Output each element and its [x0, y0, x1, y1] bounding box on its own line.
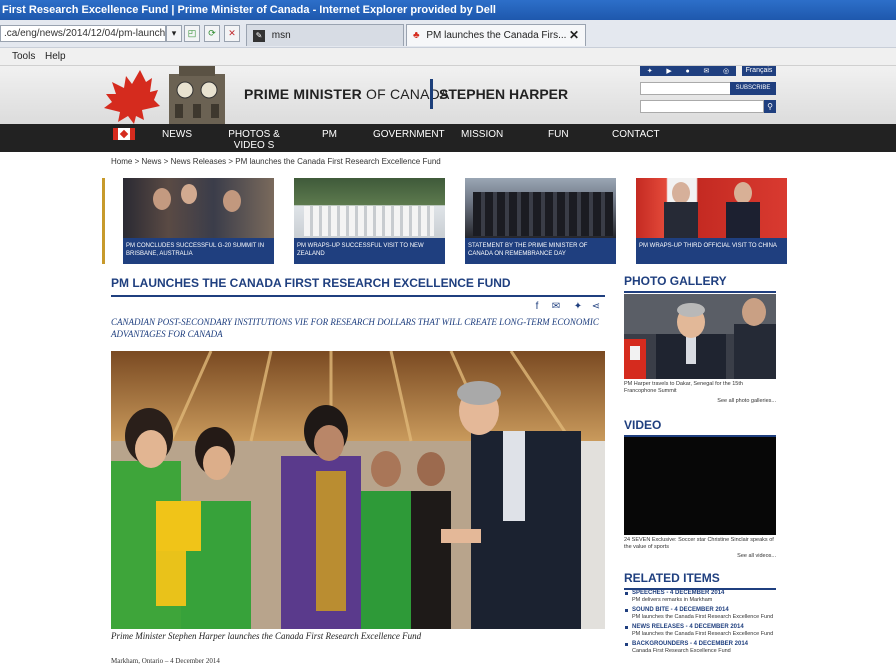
china-visit-photo	[636, 178, 787, 238]
subscribe-button[interactable]: SUBSCRIBE	[730, 82, 776, 95]
carousel-slide[interactable]: PM WRAPS-UP SUCCESSFUL VISIT TO NEW ZEAL…	[294, 178, 445, 264]
close-tab-icon[interactable]: ✕	[569, 28, 579, 42]
nav-government[interactable]: GOVERNMENT	[373, 129, 445, 140]
video-see-all-link[interactable]: See all videos...	[700, 553, 776, 559]
pm-name: STEPHEN HARPER	[439, 86, 569, 102]
related-description: PM launches the Canada First Research Ex…	[632, 614, 774, 620]
related-category: NEWS RELEASES - 4 DECEMBER 2014	[632, 624, 744, 630]
site-title: PRIME MINISTER OF CANADA	[244, 86, 450, 102]
social-links: ✦ ▶ ● ✉ ◎	[640, 66, 736, 76]
nav-contact[interactable]: CONTACT	[612, 129, 660, 140]
main-nav: NEWS PHOTOS & VIDEO S PM GOVERNMENT MISS…	[0, 124, 896, 152]
article-subtitle: CANADIAN POST-SECONDARY INSTITUTIONS VIE…	[111, 317, 599, 339]
title-divider	[430, 79, 433, 109]
related-items-list: SPEECHES - 4 DECEMBER 2014 PM delivers r…	[624, 590, 784, 658]
email-share-icon[interactable]: ✉	[550, 301, 562, 312]
carousel-accent-bar	[102, 178, 105, 264]
related-description: PM launches the Canada First Research Ex…	[632, 631, 774, 637]
menu-help[interactable]: Help	[45, 51, 66, 62]
menu-tools[interactable]: Tools	[12, 51, 35, 62]
search-input[interactable]	[640, 100, 764, 113]
nav-mission[interactable]: MISSION	[461, 129, 503, 140]
tab-label: PM launches the Canada Firs...	[426, 30, 567, 41]
list-item[interactable]: NEWS RELEASES - 4 DECEMBER 2014 PM launc…	[624, 624, 784, 638]
video-player[interactable]	[624, 437, 776, 535]
language-button[interactable]: Français	[742, 66, 776, 76]
carousel-slide[interactable]: PM CONCLUDES SUCCESSFUL G-20 SUMMIT IN B…	[123, 178, 274, 264]
carousel-slide[interactable]: PM WRAPS-UP THIRD OFFICIAL VISIT TO CHIN…	[636, 178, 787, 264]
nav-photos-videos[interactable]: PHOTOS & VIDEO S	[214, 129, 294, 151]
tab-current[interactable]: ♣ PM launches the Canada Firs... ✕	[406, 24, 586, 46]
nav-pm[interactable]: PM	[322, 129, 337, 140]
gallery-see-all-link[interactable]: See all photo galleries...	[700, 398, 776, 404]
nav-fun[interactable]: FUN	[548, 129, 569, 140]
photo-gallery-heading: PHOTO GALLERY	[624, 274, 776, 293]
new-zealand-visit-photo	[294, 178, 445, 238]
gallery-photo[interactable]	[624, 294, 776, 379]
carousel-caption: STATEMENT BY THE PRIME MINISTER OF CANAD…	[465, 238, 616, 264]
site-header: PRIME MINISTER OF CANADA STEPHEN HARPER …	[0, 66, 896, 124]
article-main-photo	[111, 351, 605, 629]
subscribe-email-input[interactable]	[640, 82, 736, 95]
address-bar[interactable]: .ca/eng/news/2014/12/04/pm-launch	[0, 25, 166, 42]
summit-photo	[624, 294, 776, 379]
twitter-share-icon[interactable]: ✦	[572, 301, 584, 312]
related-description: PM delivers remarks in Markham	[632, 597, 713, 603]
menu-bar: Tools Help	[0, 48, 896, 66]
canada-flag-icon[interactable]	[113, 128, 135, 140]
email-icon[interactable]: ✉	[703, 67, 709, 75]
peace-tower-image	[169, 66, 225, 124]
window-title: First Research Excellence Fund | Prime M…	[0, 0, 896, 20]
share-icon[interactable]: ⋖	[590, 301, 602, 312]
compat-view-icon[interactable]: ◰	[184, 25, 200, 42]
refresh-icon[interactable]: ⟳	[204, 25, 220, 42]
carousel-caption: PM WRAPS-UP THIRD OFFICIAL VISIT TO CHIN…	[636, 238, 787, 264]
related-items-heading: RELATED ITEMS	[624, 571, 776, 590]
flickr-icon[interactable]: ●	[686, 68, 690, 75]
tab-label: msn	[271, 30, 291, 41]
photo-caption: Prime Minister Stephen Harper launches t…	[111, 631, 422, 641]
tab-msn[interactable]: ✎ msn	[246, 24, 404, 46]
search-icon[interactable]: ⚲	[764, 100, 776, 113]
breadcrumb[interactable]: Home > News > News Releases > PM launche…	[111, 157, 441, 166]
carousel-caption: PM CONCLUDES SUCCESSFUL G-20 SUMMIT IN B…	[123, 238, 274, 264]
article-title: PM LAUNCHES THE CANADA FIRST RESEARCH EX…	[111, 276, 605, 297]
address-dropdown-button[interactable]: ▾	[166, 25, 182, 42]
related-description: Canada First Research Excellence Fund	[632, 648, 731, 654]
video-caption[interactable]: 24 SEVEN Exclusive: Soccer star Christin…	[624, 537, 776, 551]
dateline: Markham, Ontario – 4 December 2014	[111, 657, 220, 665]
rss-icon[interactable]: ◎	[723, 67, 729, 75]
list-item[interactable]: BACKGROUNDERS - 4 DECEMBER 2014 Canada F…	[624, 641, 784, 655]
msn-icon: ✎	[253, 30, 265, 42]
list-item[interactable]: SPEECHES - 4 DECEMBER 2014 PM delivers r…	[624, 590, 784, 604]
facebook-icon[interactable]: f	[531, 301, 543, 312]
gallery-caption[interactable]: PM Harper travels to Dakar, Senegal for …	[624, 381, 776, 395]
twitter-icon[interactable]: ✦	[647, 67, 653, 75]
carousel-slide[interactable]: STATEMENT BY THE PRIME MINISTER OF CANAD…	[465, 178, 616, 264]
g20-summit-photo	[123, 178, 274, 238]
maple-leaf-icon: ♣	[413, 30, 420, 41]
stop-icon[interactable]: ✕	[224, 25, 240, 42]
related-category: SPEECHES - 4 DECEMBER 2014	[632, 590, 725, 596]
carousel-caption: PM WRAPS-UP SUCCESSFUL VISIT TO NEW ZEAL…	[294, 238, 445, 264]
address-toolbar: .ca/eng/news/2014/12/04/pm-launch ▾ ◰ ⟳ …	[0, 20, 896, 48]
video-heading: VIDEO	[624, 418, 776, 437]
related-category: SOUND BITE - 4 DECEMBER 2014	[632, 607, 729, 613]
list-item[interactable]: SOUND BITE - 4 DECEMBER 2014 PM launches…	[624, 607, 784, 621]
maple-leaf-logo	[104, 70, 160, 124]
remembrance-day-photo	[465, 178, 616, 238]
related-category: BACKGROUNDERS - 4 DECEMBER 2014	[632, 641, 749, 647]
nav-news[interactable]: NEWS	[162, 129, 192, 140]
school-visit-photo	[111, 351, 605, 629]
youtube-icon[interactable]: ▶	[666, 67, 671, 75]
